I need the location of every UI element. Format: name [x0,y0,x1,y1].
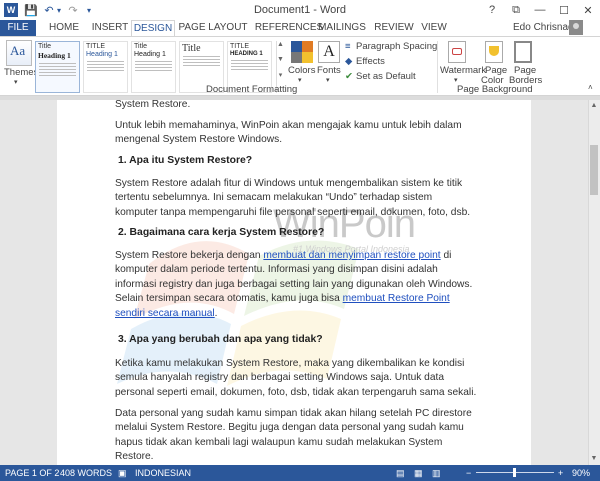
paragraph: Data personal yang sudah kamu simpan tid… [115,408,472,463]
colors-icon[interactable] [291,41,313,63]
watermark-icon[interactable] [448,41,466,63]
colors-dropdown-icon: ▾ [298,77,302,84]
heading: 1. Apa itu System Restore? [118,155,253,166]
scrollbar-thumb[interactable] [590,145,598,195]
proofing-icon[interactable]: ▣ [118,468,127,479]
tab-mailings[interactable]: MAILINGS [312,20,372,36]
tab-insert[interactable]: INSERT [88,20,132,36]
effects-button[interactable]: Effects [356,56,385,67]
help-button[interactable]: ? [480,0,504,20]
group-label-page-background: Page Background [457,84,533,95]
paragraph: Untuk lebih memahaminya, WinPoin akan me… [115,120,462,146]
document-area[interactable]: WinPoin #1 Windows Portal Indonesia Syst… [0,100,588,465]
style-set-heading: Heading 1 [134,51,166,58]
collapse-ribbon-icon[interactable]: ˄ [588,83,593,92]
paragraph: System Restore bekerja dengan membuat da… [115,249,477,321]
themes-icon: Aa [10,43,26,58]
zoom-level[interactable]: 90% [572,468,590,478]
more-styles-icon[interactable]: ▾ [277,71,284,79]
print-layout-icon[interactable]: ▦ [414,468,423,479]
tab-page-layout[interactable]: PAGE LAYOUT [178,20,248,36]
effects-icon: ◆ [345,56,353,67]
chevron-down-icon[interactable]: ▼ [277,56,284,63]
ribbon-display-options-button[interactable]: ⧉ [504,0,528,20]
fonts-icon[interactable]: A [318,41,340,63]
paragraph-text: System Restore bekerja dengan [115,250,264,261]
paragraph-text: . [214,307,218,319]
minimize-button[interactable]: — [528,0,552,20]
document-page[interactable]: WinPoin #1 Windows Portal Indonesia Syst… [57,100,531,465]
style-set-title: Title [134,43,147,50]
page-borders-icon[interactable] [514,41,532,63]
title-bar: W 💾 ↶ ▾ ↷ ▾ Document1 - Word ? ⧉ — ☐ ✕ [0,0,600,20]
tab-file[interactable]: FILE [0,20,36,36]
maximize-button[interactable]: ☐ [552,0,576,20]
colors-button[interactable]: Colors [288,65,315,76]
checkmark-icon: ✔ [345,71,353,82]
style-set-title: TITLE [230,43,250,50]
paragraph: System Restore. [115,100,191,110]
themes-button[interactable]: Aa [6,40,32,66]
avatar[interactable] [569,20,583,35]
style-set-1[interactable]: Title Heading 1 [35,41,80,93]
ribbon-separator [437,41,438,93]
web-layout-icon[interactable]: ▥ [432,468,441,479]
set-as-default-button[interactable]: Set as Default [356,71,416,82]
chevron-up-icon[interactable]: ▲ [277,41,284,48]
style-set-3[interactable]: Title Heading 1 [131,41,176,93]
themes-label: Themes [4,67,39,78]
style-set-title: TITLE [86,43,106,50]
ribbon-tabs: FILE HOME INSERT DESIGN PAGE LAYOUT REFE… [0,20,600,37]
watermark-button[interactable]: Watermark [440,65,486,76]
close-button[interactable]: ✕ [576,0,600,20]
paragraph-spacing-icon: ≡ [345,41,351,52]
group-label-document-formatting: Document Formatting [206,84,298,95]
hyperlink-restore-point[interactable]: membuat dan menyimpan restore point [263,250,440,261]
tab-home[interactable]: HOME [44,20,84,36]
fonts-button[interactable]: Fonts [317,65,341,76]
paragraph-spacing-button[interactable]: Paragraph Spacing [356,41,437,52]
heading: 3. Apa yang berubah dan apa yang tidak? [118,334,323,345]
page-count[interactable]: PAGE 1 OF 2 [5,468,59,478]
word-count[interactable]: 408 WORDS [60,468,112,478]
read-mode-icon[interactable]: ▤ [396,468,405,479]
paragraph: System Restore adalah fitur di Windows u… [115,178,471,218]
style-set-2[interactable]: TITLE Heading 1 [83,41,128,93]
tab-view[interactable]: VIEW [416,20,452,36]
style-set-heading: HEADING 1 [230,51,263,57]
fonts-dropdown-icon: ▾ [326,77,330,84]
zoom-out-button[interactable]: − [466,468,471,478]
style-set-heading: Heading 1 [86,51,118,58]
scroll-up-icon[interactable]: ▲ [588,101,600,111]
tab-design[interactable]: DESIGN [131,20,175,37]
scroll-down-icon[interactable]: ▼ [588,454,600,464]
style-set-title: Title [182,43,201,54]
ribbon-design: Aa Themes ▾ Title Heading 1 TITLE Headin… [0,36,600,96]
style-set-heading: Heading 1 [38,51,71,60]
language[interactable]: INDONESIAN [135,468,191,478]
themes-dropdown-icon: ▾ [14,79,18,86]
heading: 2. Bagaimana cara kerja System Restore? [118,227,325,238]
zoom-slider-thumb[interactable] [513,468,516,477]
status-bar: PAGE 1 OF 2 408 WORDS ▣ INDONESIAN ▤ ▦ ▥… [0,465,600,481]
watermark-dropdown-icon: ▾ [454,77,458,84]
paragraph: Ketika kamu melakukan System Restore, ma… [115,358,477,398]
tab-review[interactable]: REVIEW [372,20,416,36]
page-color-icon[interactable] [485,41,503,63]
zoom-in-button[interactable]: + [558,468,563,478]
style-set-title: Title [38,43,51,50]
